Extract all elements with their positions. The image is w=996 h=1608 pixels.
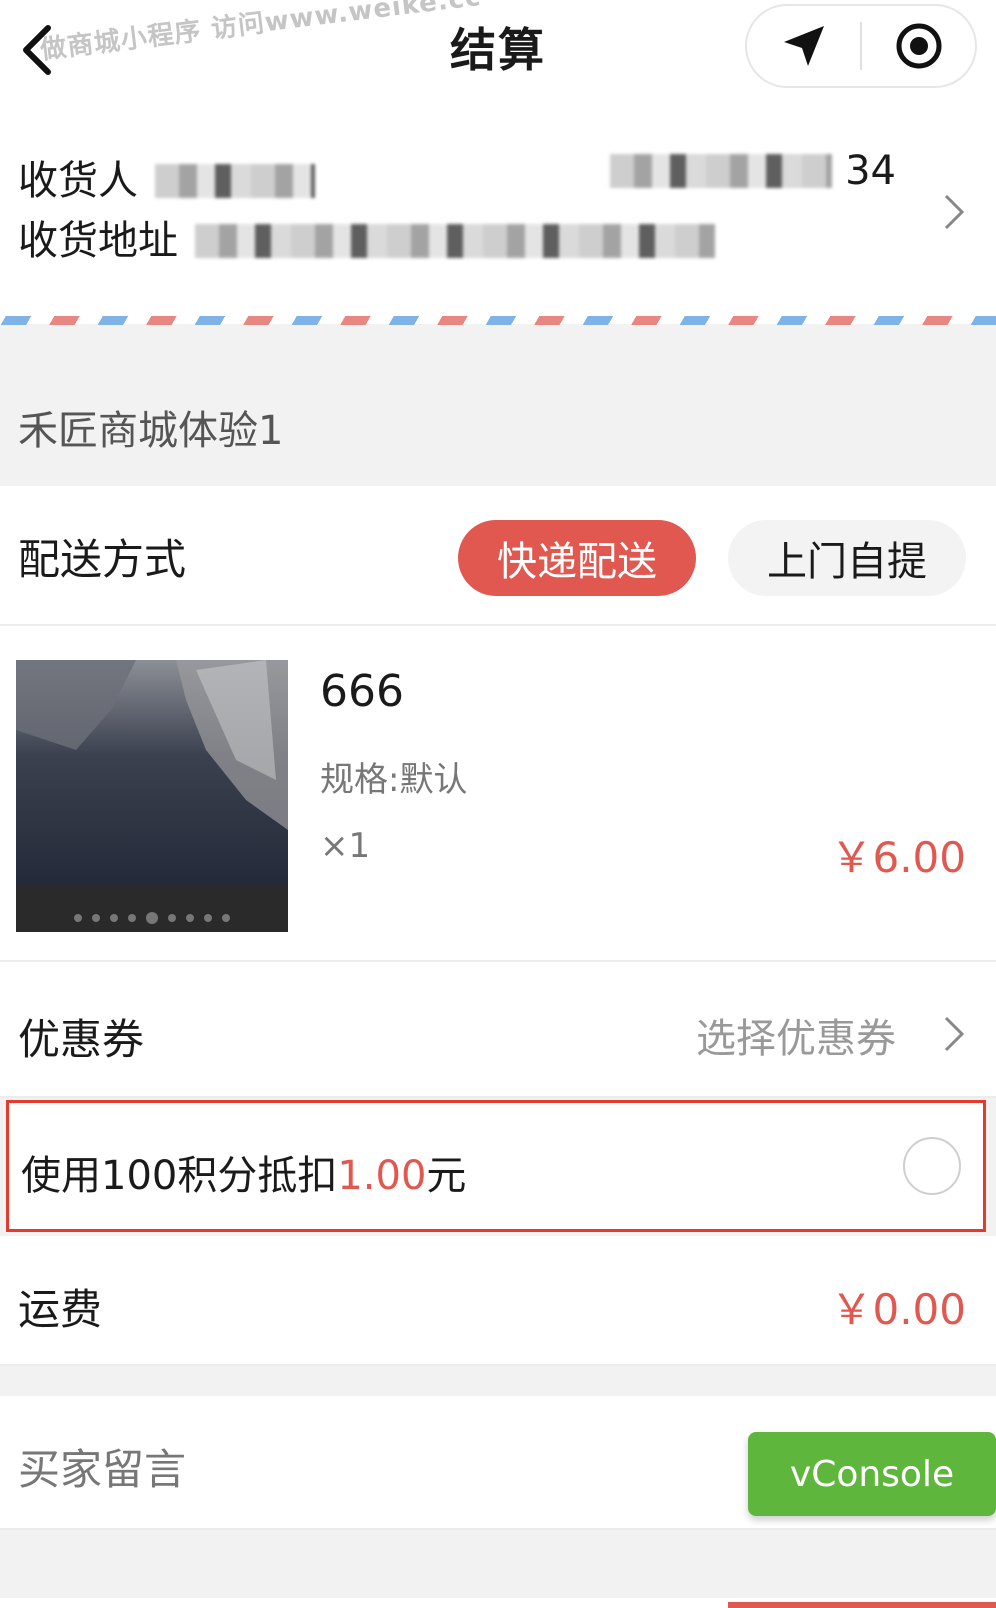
points-label: 使用100积分抵扣1.00元 <box>21 1143 466 1201</box>
envelope-stripe <box>0 316 996 325</box>
vconsole-button[interactable]: vConsole <box>748 1432 996 1516</box>
submit-button-edge[interactable] <box>728 1602 996 1608</box>
coupon-row[interactable]: 优惠券 选择优惠券 <box>0 962 996 1098</box>
freight-row: 运费 ￥0.00 <box>0 1236 996 1366</box>
points-radio[interactable] <box>903 1137 961 1195</box>
coupon-value: 选择优惠券 <box>696 1016 896 1062</box>
points-deduction-row[interactable]: 使用100积分抵扣1.00元 <box>6 1100 986 1232</box>
address-section[interactable]: 收货人 34 收货地址 <box>0 128 996 324</box>
chevron-right-icon <box>942 1014 966 1058</box>
delivery-section: 配送方式 快递配送 上门自提 <box>0 486 996 626</box>
product-name: 666 <box>320 666 404 717</box>
points-prefix: 使用100积分抵扣 <box>21 1153 338 1199</box>
self-pickup-button[interactable]: 上门自提 <box>728 520 966 596</box>
close-button[interactable] <box>862 6 975 86</box>
coupon-label: 优惠券 <box>18 1015 145 1064</box>
express-delivery-button[interactable]: 快递配送 <box>458 520 696 596</box>
points-suffix: 元 <box>426 1153 467 1199</box>
recipient-phone: 34 <box>610 148 896 194</box>
nav-bar: 做商城小程序 访问www.weike.cc 结算 <box>0 0 996 128</box>
product-price: ￥6.00 <box>830 833 966 882</box>
phone-tail: 34 <box>845 148 896 194</box>
shop-name: 禾匠商城体验1 <box>18 408 284 454</box>
recipient-label: 收货人 <box>18 158 138 204</box>
phone-redacted <box>610 154 833 188</box>
recipient-name-redacted <box>154 164 315 198</box>
mini-program-capsule <box>745 4 977 88</box>
product-spec: 规格:默认 <box>320 760 468 800</box>
product-quantity: ×1 <box>320 826 371 866</box>
record-target-icon <box>896 23 941 69</box>
points-amount: 1.00 <box>337 1153 427 1199</box>
product-item: 666 规格:默认 ×1 ￥6.00 <box>0 626 996 962</box>
product-thumbnail <box>16 660 288 932</box>
buyer-remark-placeholder: 买家留言 <box>18 1445 187 1494</box>
location-button[interactable] <box>747 6 860 86</box>
address-row: 收货地址 <box>18 208 715 266</box>
chevron-right-icon <box>942 190 966 238</box>
freight-label: 运费 <box>18 1285 103 1334</box>
address-label: 收货地址 <box>18 218 178 264</box>
delivery-label: 配送方式 <box>18 535 187 584</box>
shop-header: 禾匠商城体验1 <box>0 368 996 486</box>
address-redacted <box>194 224 715 258</box>
location-arrow-icon <box>783 26 824 66</box>
freight-value: ￥0.00 <box>830 1285 966 1334</box>
checkout-page: 做商城小程序 访问www.weike.cc 结算 收货人 34 收货地址 禾匠商… <box>0 0 996 1608</box>
recipient-row: 收货人 <box>18 148 315 206</box>
